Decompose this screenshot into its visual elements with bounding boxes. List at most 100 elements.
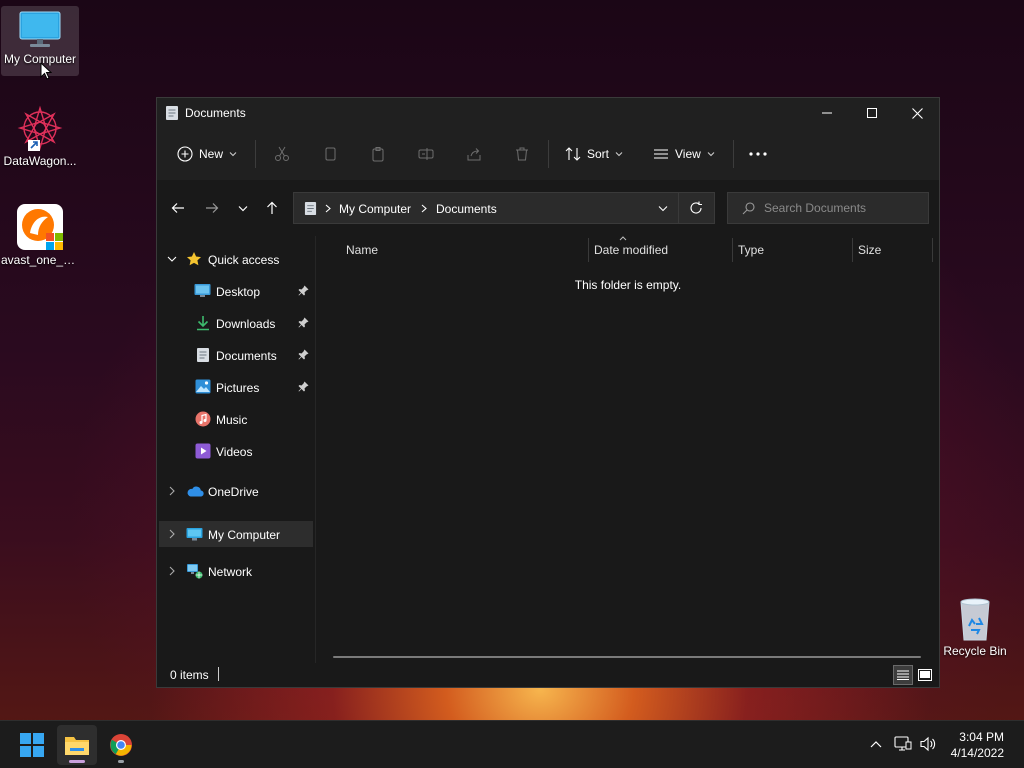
document-icon bbox=[197, 348, 209, 362]
maximize-button[interactable] bbox=[849, 98, 895, 128]
nav-music[interactable]: Music bbox=[159, 406, 313, 432]
delete-button[interactable] bbox=[514, 138, 530, 170]
nav-network[interactable]: Network bbox=[159, 558, 313, 584]
column-divider[interactable] bbox=[588, 238, 589, 262]
desktop-icon-avast[interactable]: avast_one_e... bbox=[1, 203, 79, 267]
document-icon bbox=[166, 106, 178, 120]
pane-divider[interactable] bbox=[315, 236, 316, 664]
window-title: Documents bbox=[185, 106, 246, 120]
rename-button[interactable] bbox=[418, 138, 434, 170]
nav-label: Quick access bbox=[208, 253, 280, 267]
column-header-name[interactable]: Name bbox=[346, 243, 378, 257]
column-divider[interactable] bbox=[932, 238, 933, 262]
chevron-down-icon bbox=[238, 205, 248, 211]
chevron-down-icon bbox=[167, 256, 177, 262]
chevron-right-icon bbox=[169, 529, 175, 539]
sort-ascending-icon bbox=[619, 236, 627, 241]
nav-documents[interactable]: Documents bbox=[159, 342, 313, 368]
cloud-icon bbox=[187, 486, 204, 497]
close-button[interactable] bbox=[894, 98, 940, 128]
chrome-icon bbox=[110, 734, 132, 756]
more-horizontal-icon bbox=[749, 152, 767, 156]
video-icon bbox=[195, 443, 211, 459]
close-icon bbox=[911, 107, 923, 119]
nav-label: Network bbox=[208, 565, 253, 579]
column-header-type[interactable]: Type bbox=[738, 243, 764, 257]
cut-button[interactable] bbox=[274, 138, 290, 170]
large-icons-view-icon bbox=[918, 669, 932, 681]
address-dropdown-icon[interactable] bbox=[658, 205, 668, 212]
nav-desktop[interactable]: Desktop bbox=[159, 278, 313, 304]
paste-button[interactable] bbox=[370, 138, 386, 170]
new-button[interactable]: New bbox=[177, 138, 237, 170]
nav-label: Downloads bbox=[216, 317, 276, 331]
search-box[interactable] bbox=[727, 192, 929, 224]
nav-label: OneDrive bbox=[208, 485, 259, 499]
recent-locations-button[interactable] bbox=[230, 196, 256, 220]
pin-icon bbox=[298, 317, 309, 328]
minimize-icon bbox=[822, 112, 832, 114]
address-bar[interactable]: My Computer Documents bbox=[293, 192, 715, 224]
document-icon bbox=[304, 202, 317, 215]
copy-button[interactable] bbox=[322, 138, 338, 170]
toolbar-separator bbox=[255, 140, 256, 168]
taskbar-chrome[interactable] bbox=[101, 725, 141, 765]
forward-button[interactable] bbox=[199, 196, 225, 220]
up-button[interactable] bbox=[259, 196, 285, 220]
large-icons-view-button[interactable] bbox=[915, 665, 935, 685]
desktop-icon-datawagon[interactable]: DataWagon... bbox=[1, 104, 79, 168]
active-indicator bbox=[69, 760, 85, 763]
desktop-folder-icon bbox=[194, 284, 211, 297]
sort-button[interactable]: Sort bbox=[565, 138, 623, 170]
file-explorer-window: Documents New Sort View My Computer Docu… bbox=[156, 97, 940, 688]
desktop-icon-recycle-bin[interactable]: Recycle Bin bbox=[936, 596, 1014, 658]
nav-downloads[interactable]: Downloads bbox=[159, 310, 313, 336]
volume-icon[interactable] bbox=[919, 736, 937, 752]
navigation-pane: Quick access Desktop Downloads Documents… bbox=[157, 236, 315, 664]
column-divider[interactable] bbox=[852, 238, 853, 262]
show-hidden-icons-icon[interactable] bbox=[870, 740, 882, 748]
nav-onedrive[interactable]: OneDrive bbox=[159, 478, 313, 504]
share-button[interactable] bbox=[466, 138, 482, 170]
maximize-icon bbox=[867, 108, 877, 118]
nav-quick-access[interactable]: Quick access bbox=[159, 246, 313, 272]
pin-icon bbox=[298, 285, 309, 296]
more-options-button[interactable] bbox=[749, 138, 767, 170]
horizontal-scrollbar[interactable] bbox=[333, 656, 921, 658]
taskbar-file-explorer[interactable] bbox=[57, 725, 97, 765]
view-button[interactable]: View bbox=[653, 138, 715, 170]
back-button[interactable] bbox=[165, 196, 191, 220]
nav-pictures[interactable]: Pictures bbox=[159, 374, 313, 400]
start-button[interactable] bbox=[12, 725, 52, 765]
file-list[interactable]: Name Date modified Type Size This folder… bbox=[317, 236, 939, 664]
monitor-icon bbox=[19, 11, 61, 47]
breadcrumb-documents[interactable]: Documents bbox=[436, 202, 497, 216]
mouse-cursor-icon bbox=[40, 62, 52, 80]
nav-my-computer-row[interactable]: My Computer bbox=[159, 521, 313, 547]
minimize-button[interactable] bbox=[804, 98, 850, 128]
pictures-icon bbox=[195, 379, 211, 394]
column-header-size[interactable]: Size bbox=[858, 243, 881, 257]
command-bar: New Sort View bbox=[157, 128, 939, 180]
network-status-icon[interactable] bbox=[894, 736, 912, 752]
download-icon bbox=[197, 316, 209, 331]
search-input[interactable] bbox=[764, 200, 924, 216]
chevron-down-icon bbox=[229, 152, 237, 157]
system-clock[interactable]: 3:04 PM 4/14/2022 bbox=[951, 729, 1004, 761]
pin-icon bbox=[298, 349, 309, 360]
details-view-button[interactable] bbox=[893, 665, 913, 685]
item-count: 0 items bbox=[170, 668, 209, 682]
column-divider[interactable] bbox=[732, 238, 733, 262]
folder-icon bbox=[65, 737, 89, 755]
datawagon-app-icon bbox=[17, 105, 63, 151]
breadcrumb-my-computer[interactable]: My Computer bbox=[339, 202, 411, 216]
nav-videos[interactable]: Videos bbox=[159, 438, 313, 464]
avast-app-icon bbox=[17, 204, 63, 250]
running-indicator bbox=[118, 760, 124, 763]
title-bar[interactable]: Documents bbox=[157, 98, 939, 128]
recycle-bin-icon bbox=[960, 598, 990, 641]
sort-button-label: Sort bbox=[587, 147, 610, 161]
refresh-icon[interactable] bbox=[689, 201, 703, 215]
column-header-date-modified[interactable]: Date modified bbox=[594, 243, 668, 257]
sort-icon bbox=[565, 147, 581, 161]
